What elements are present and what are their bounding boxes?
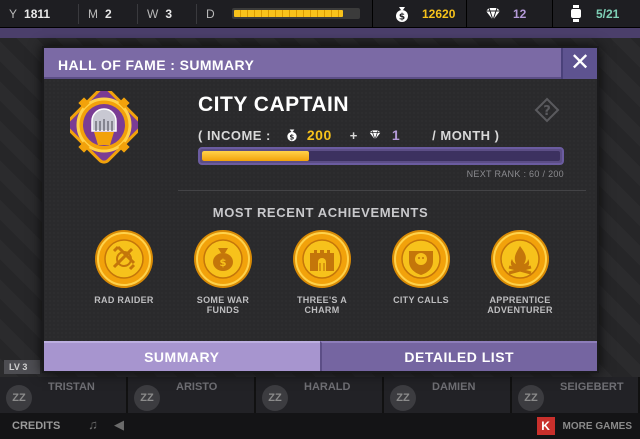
rank-title: CITY CAPTAIN xyxy=(198,93,350,116)
section-divider xyxy=(178,190,586,191)
sleeping-icon: ZZ xyxy=(390,385,416,411)
achievement-item[interactable]: APPRENTICE ADVENTURER xyxy=(478,229,562,329)
gem-crown-icon xyxy=(483,4,503,24)
hud-divider xyxy=(372,0,373,28)
achievements-list: RAD RAIDER $ SOME WAR FUNDS THREE'S A CHARM… xyxy=(82,229,562,329)
lion-crest-icon xyxy=(392,230,450,288)
rank-progress-track xyxy=(202,151,560,161)
more-games-logo-icon: K xyxy=(536,417,555,435)
week-value: 3 xyxy=(165,6,173,21)
tab-summary[interactable]: SUMMARY xyxy=(44,341,320,371)
week-stat: W 3 xyxy=(138,7,196,21)
per-month-label: / MONTH ) xyxy=(432,127,500,143)
more-games-label: MORE GAMES xyxy=(562,420,632,432)
modal-title: HALL OF FAME : SUMMARY xyxy=(58,57,255,73)
svg-text:$: $ xyxy=(399,13,405,23)
achievement-label: RAD RAIDER xyxy=(94,295,154,305)
hall-of-fame-modal: HALL OF FAME : SUMMARY ✕ CITY CAPTAIN ? … xyxy=(42,46,599,373)
achievement-label: SOME WAR FUNDS xyxy=(196,295,250,315)
month-stat: M 2 xyxy=(79,7,137,21)
hero-bar: ZZ TRISTAN ZZ ARISTO ZZ HARALD ZZ DAMIEN ZZ SEIGE… xyxy=(0,377,640,413)
money-counter: $ 12620 xyxy=(392,4,455,24)
music-note-icon[interactable]: ♫ xyxy=(80,417,106,435)
hero-name: ARISTO xyxy=(176,381,218,393)
hero-name: DAMIEN xyxy=(432,381,476,393)
money-value: 12620 xyxy=(422,7,456,21)
year-stat: Y 1811 xyxy=(0,7,78,21)
raider-emblem-icon xyxy=(95,230,153,288)
credits-button[interactable]: CREDITS xyxy=(0,420,80,432)
sleeping-icon: ZZ xyxy=(134,385,160,411)
achievement-label: CITY CALLS xyxy=(393,295,449,305)
gem-counter: 12 xyxy=(483,4,526,24)
hero-slot[interactable]: ZZ ARISTO xyxy=(128,377,256,413)
modal-tabs: SUMMARY DETAILED LIST xyxy=(44,341,597,371)
population-value: 5/21 xyxy=(596,7,620,21)
more-games-button[interactable]: K MORE GAMES xyxy=(536,417,632,435)
modal-header: HALL OF FAME : SUMMARY ✕ xyxy=(44,48,597,79)
income-gold-value: 200 xyxy=(306,127,332,143)
hero-name: HARALD xyxy=(304,381,351,393)
hero-slot[interactable]: ZZ SEIGEBERT xyxy=(512,377,640,413)
gem-crown-icon xyxy=(366,126,384,144)
help-glyph: ? xyxy=(543,104,551,119)
achievement-item[interactable]: RAD RAIDER xyxy=(82,229,166,329)
day-stat: D xyxy=(197,7,224,21)
close-button[interactable]: ✕ xyxy=(561,48,597,79)
hud-divider xyxy=(552,0,553,28)
day-progress-bar xyxy=(232,8,360,19)
year-value: 1811 xyxy=(24,6,51,21)
speaker-icon[interactable]: ◀ xyxy=(106,417,132,435)
campfire-icon xyxy=(491,230,549,288)
day-key: D xyxy=(206,6,215,21)
income-open-label: ( INCOME : xyxy=(198,127,271,143)
money-bag-icon: $ xyxy=(392,4,412,24)
hero-name: TRISTAN xyxy=(48,381,95,393)
week-key: W xyxy=(147,6,159,21)
modal-body: CITY CAPTAIN ? ( INCOME : $ 200 + 1 / MO… xyxy=(44,79,597,341)
knight-helmet-badge-icon xyxy=(70,91,138,164)
achievement-item[interactable]: THREE'S A CHARM xyxy=(280,229,364,329)
next-rank-label: NEXT RANK : 60 / 200 xyxy=(466,169,564,179)
achievement-item[interactable]: $ SOME WAR FUNDS xyxy=(181,229,265,329)
sleeping-icon: ZZ xyxy=(6,385,32,411)
month-value: 2 xyxy=(105,6,112,21)
level-label: LV 3 xyxy=(4,360,40,374)
help-icon[interactable]: ? xyxy=(534,97,560,123)
top-hud: Y 1811 M 2 W 3 D $ 12620 12 5/21 xyxy=(0,0,640,28)
money-bag-icon: $ xyxy=(283,126,301,144)
achievements-heading: MOST RECENT ACHIEVEMENTS xyxy=(212,205,429,220)
castle-gate-icon xyxy=(293,230,351,288)
year-key: Y xyxy=(9,6,18,21)
hero-name: SEIGEBERT xyxy=(560,381,624,393)
sleeping-icon: ZZ xyxy=(518,385,544,411)
sleeping-icon: ZZ xyxy=(262,385,288,411)
footer-bar: CREDITS ♫ ◀ K MORE GAMES xyxy=(0,413,640,439)
achievement-label: THREE'S A CHARM xyxy=(296,295,347,315)
rank-progress-bar xyxy=(198,147,564,165)
tab-detailed-list[interactable]: DETAILED LIST xyxy=(319,341,597,371)
rank-progress-fill xyxy=(202,151,310,161)
scene-top-band xyxy=(0,28,640,38)
achievement-label: APPRENTICE ADVENTURER xyxy=(487,295,553,315)
population-counter: 5/21 xyxy=(566,4,619,24)
hero-slot[interactable]: ZZ TRISTAN xyxy=(0,377,128,413)
achievement-item[interactable]: CITY CALLS xyxy=(379,229,463,329)
income-gem-value: 1 xyxy=(391,127,401,143)
hero-slot[interactable]: ZZ DAMIEN xyxy=(384,377,512,413)
hud-divider xyxy=(466,0,467,28)
month-key: M xyxy=(88,6,98,21)
income-line: ( INCOME : $ 200 + 1 / MONTH ) xyxy=(198,126,499,144)
hero-slot[interactable]: ZZ HARALD xyxy=(256,377,384,413)
svg-text:$: $ xyxy=(289,133,294,141)
gem-value: 12 xyxy=(513,7,527,21)
svg-text:$: $ xyxy=(220,258,227,269)
lantern-icon xyxy=(566,4,586,24)
plus-sign: + xyxy=(349,127,358,143)
money-bag-icon: $ xyxy=(194,230,252,288)
day-progress-fill xyxy=(234,10,344,17)
